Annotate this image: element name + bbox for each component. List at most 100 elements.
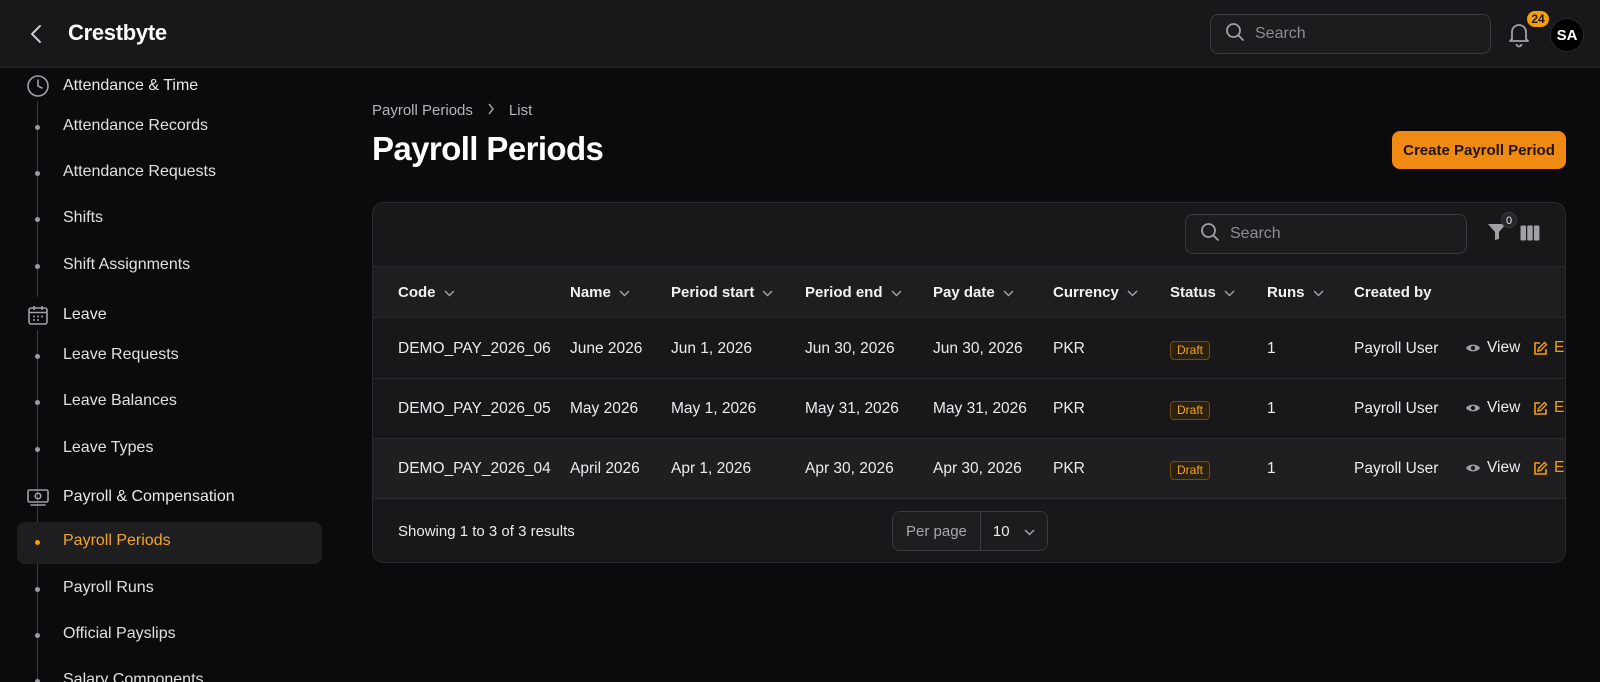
column-header-period-end[interactable]: Period end	[805, 284, 902, 301]
view-label: View	[1487, 339, 1521, 356]
cell-currency: PKR	[1053, 340, 1085, 357]
table-row[interactable]: DEMO_PAY_2026_04 April 2026 Apr 1, 2026 …	[373, 439, 1565, 499]
per-page-select[interactable]: 10	[980, 512, 1047, 550]
table-search[interactable]	[1185, 214, 1467, 254]
sidebar-item-salary-components[interactable]: Salary Components	[63, 671, 204, 682]
chevron-down-icon	[1003, 284, 1014, 301]
results-summary: Showing 1 to 3 of 3 results	[398, 523, 575, 540]
sidebar-dot	[35, 633, 40, 638]
cell-currency: PKR	[1053, 460, 1085, 477]
cell-name: April 2026	[570, 460, 640, 477]
table-search-input[interactable]	[1230, 225, 1430, 243]
view-button[interactable]: View	[1465, 339, 1520, 357]
cell-runs: 1	[1267, 400, 1276, 417]
table-header: Code Name Period start Period end Pay da…	[373, 266, 1565, 318]
cell-runs: 1	[1267, 460, 1276, 477]
edit-label: Ed	[1554, 459, 1565, 476]
cell-created-by: Payroll User	[1354, 400, 1439, 417]
cell-period-end: May 31, 2026	[805, 400, 899, 417]
chevron-down-icon	[1127, 284, 1138, 301]
sidebar-item-official-payslips[interactable]: Official Payslips	[63, 625, 176, 643]
back-icon[interactable]	[22, 20, 50, 48]
sidebar-item-attendance-records[interactable]: Attendance Records	[63, 117, 208, 135]
sidebar-dot	[35, 171, 40, 176]
column-header-label: Status	[1170, 284, 1216, 301]
column-header-code[interactable]: Code	[398, 284, 455, 301]
status-badge: Draft	[1170, 461, 1211, 480]
sidebar-section-attendance[interactable]: Attendance & Time	[25, 73, 198, 99]
payroll-periods-table-card: 0 Code Name Period start Period end Pay …	[372, 202, 1566, 563]
sidebar-section-payroll[interactable]: Payroll & Compensation	[25, 484, 235, 510]
column-header-label: Runs	[1267, 284, 1305, 301]
column-header-label: Currency	[1053, 284, 1119, 301]
edit-button[interactable]: Ed	[1533, 339, 1565, 357]
sidebar-item-leave-requests[interactable]: Leave Requests	[63, 346, 179, 364]
sidebar-dot	[35, 587, 40, 592]
sidebar-item-shifts[interactable]: Shifts	[63, 209, 103, 227]
view-label: View	[1487, 399, 1521, 416]
cell-pay-date: Jun 30, 2026	[933, 340, 1023, 357]
create-payroll-period-button[interactable]: Create Payroll Period	[1392, 131, 1566, 169]
breadcrumb-current: List	[508, 102, 533, 119]
sidebar-dot	[35, 125, 40, 130]
sidebar-item-leave-balances[interactable]: Leave Balances	[63, 392, 177, 410]
search-icon	[1200, 222, 1220, 247]
chevron-down-icon	[762, 284, 773, 301]
eye-icon	[1466, 344, 1480, 352]
sidebar-section-leave[interactable]: Leave	[25, 302, 107, 328]
sidebar-item-payroll-runs[interactable]: Payroll Runs	[63, 579, 154, 597]
per-page-value: 10	[992, 522, 1010, 540]
edit-icon	[1534, 461, 1548, 475]
column-header-currency[interactable]: Currency	[1053, 284, 1138, 301]
cell-period-start: Jun 1, 2026	[671, 340, 753, 357]
sidebar-item-leave-types[interactable]: Leave Types	[63, 439, 153, 457]
cell-code: DEMO_PAY_2026_06	[398, 340, 551, 357]
cell-created-by: Payroll User	[1354, 460, 1439, 477]
cell-period-start: Apr 1, 2026	[671, 460, 752, 477]
sidebar-item-shift-assignments[interactable]: Shift Assignments	[63, 256, 190, 274]
view-button[interactable]: View	[1465, 459, 1520, 477]
column-header-pay-date[interactable]: Pay date	[933, 284, 1014, 301]
sidebar-section-label: Payroll & Compensation	[63, 488, 235, 505]
column-header-status[interactable]: Status	[1170, 284, 1235, 301]
table-row[interactable]: DEMO_PAY_2026_05 May 2026 May 1, 2026 Ma…	[373, 379, 1565, 439]
cell-period-start: May 1, 2026	[671, 400, 757, 417]
eye-icon	[1466, 464, 1480, 472]
status-badge: Draft	[1170, 401, 1211, 420]
user-avatar[interactable]: SA	[1550, 18, 1584, 52]
filter-count-badge: 0	[1501, 212, 1517, 228]
chevron-right-icon	[487, 102, 495, 119]
breadcrumb: Payroll Periods List	[372, 102, 532, 119]
sidebar-section-label: Leave	[63, 306, 107, 323]
cell-created-by: Payroll User	[1354, 340, 1439, 357]
view-button[interactable]: View	[1465, 399, 1520, 417]
app-brand[interactable]: Crestbyte	[68, 20, 167, 46]
global-search[interactable]	[1210, 14, 1491, 54]
column-header-label: Period end	[805, 284, 883, 301]
cell-name: June 2026	[570, 340, 643, 357]
global-search-input[interactable]	[1255, 25, 1455, 43]
sidebar-dot	[35, 447, 40, 452]
columns-icon[interactable]	[1520, 225, 1540, 246]
edit-button[interactable]: Ed	[1533, 459, 1565, 477]
clock-icon	[25, 73, 51, 99]
chevron-down-icon	[1224, 284, 1235, 301]
edit-icon	[1534, 401, 1548, 415]
sidebar-item-payroll-periods[interactable]: Payroll Periods	[63, 532, 171, 550]
cell-runs: 1	[1267, 340, 1276, 357]
cell-currency: PKR	[1053, 400, 1085, 417]
table-row[interactable]: DEMO_PAY_2026_06 June 2026 Jun 1, 2026 J…	[373, 319, 1565, 379]
sidebar-item-attendance-requests[interactable]: Attendance Requests	[63, 163, 216, 181]
column-header-period-start[interactable]: Period start	[671, 284, 773, 301]
breadcrumb-parent[interactable]: Payroll Periods	[372, 102, 473, 119]
column-header-runs[interactable]: Runs	[1267, 284, 1324, 301]
eye-icon	[1466, 404, 1480, 412]
column-header-label: Name	[570, 284, 611, 301]
per-page-control: Per page 10	[892, 511, 1048, 551]
sidebar-section-label: Attendance & Time	[63, 77, 199, 94]
page-title: Payroll Periods	[372, 130, 604, 167]
edit-button[interactable]: Ed	[1533, 399, 1565, 417]
column-header-created-by: Created by	[1354, 284, 1432, 301]
column-header-name[interactable]: Name	[570, 284, 630, 301]
column-header-label: Created by	[1354, 284, 1432, 301]
